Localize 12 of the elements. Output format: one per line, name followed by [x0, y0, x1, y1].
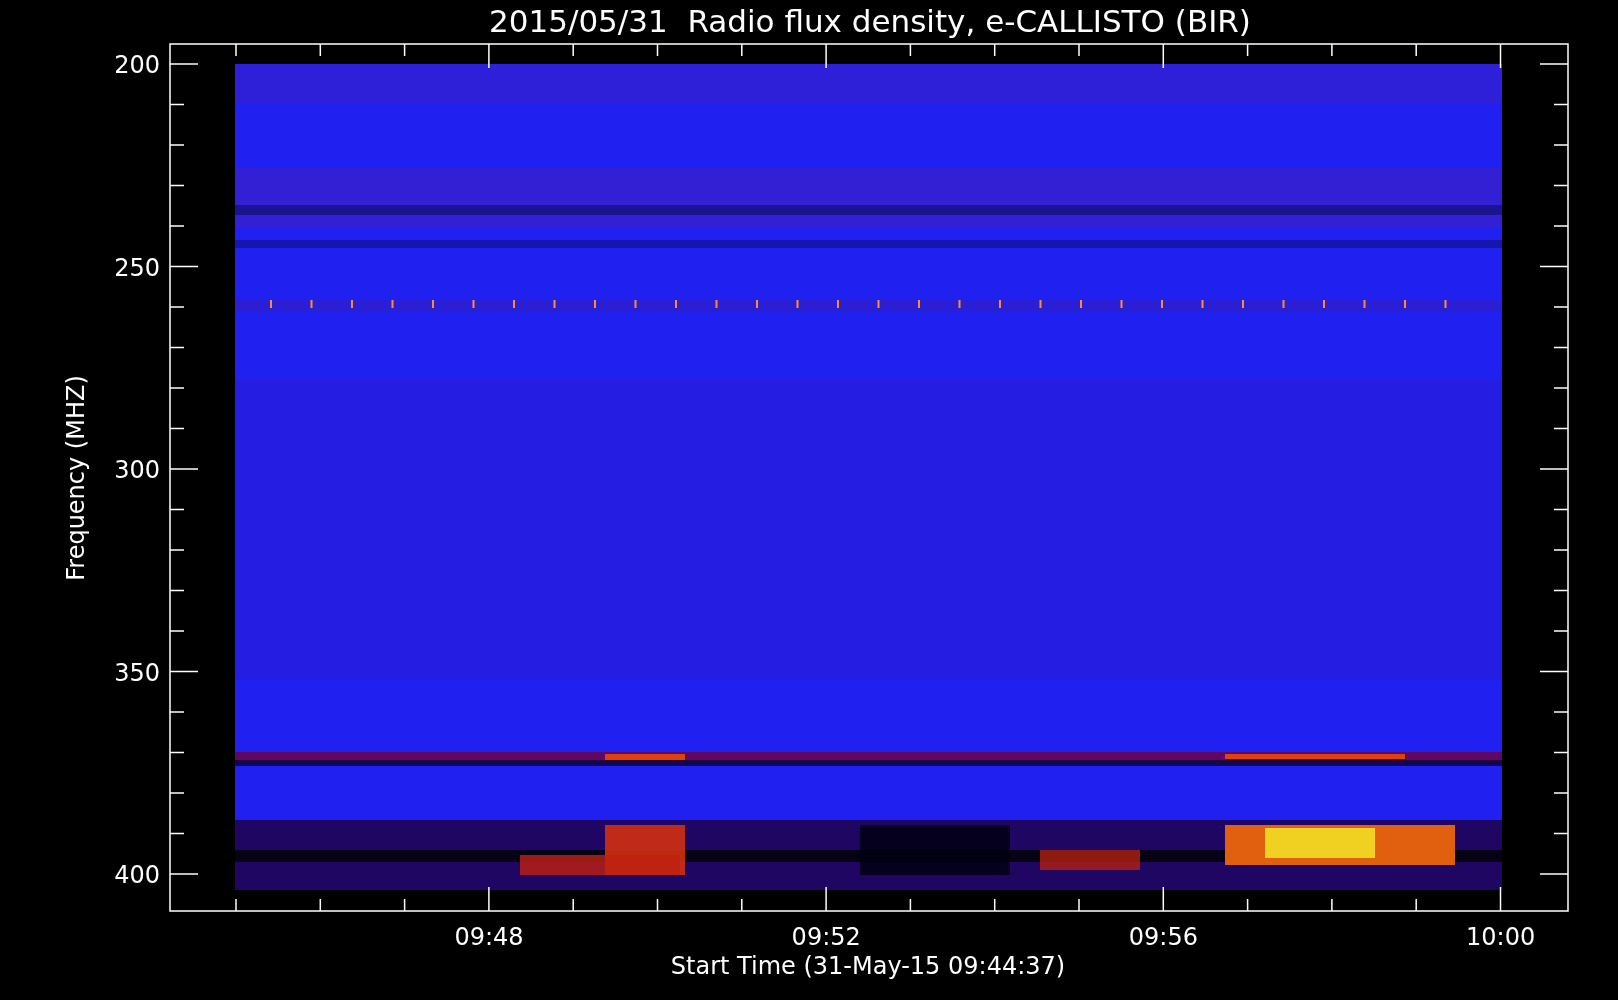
tick-label: 250	[114, 253, 160, 282]
tick-label: 09:52	[791, 923, 861, 951]
tick-label: 400	[114, 861, 160, 889]
tick-label: 09:56	[1128, 923, 1198, 951]
tick-label: 350	[114, 658, 160, 687]
axis-title: Frequency (MHZ)	[62, 375, 90, 581]
chart-title: 2015/05/31 Radio flux density, e-CALLISTO (BIR)	[489, 3, 1251, 39]
tick-label: 10:00	[1466, 923, 1536, 951]
tick-label: 09:48	[454, 923, 524, 951]
tick-label: 300	[114, 456, 160, 484]
tick-label: 200	[114, 51, 160, 79]
axis-title: Start Time (31-May-15 09:44:37)	[670, 952, 1066, 980]
